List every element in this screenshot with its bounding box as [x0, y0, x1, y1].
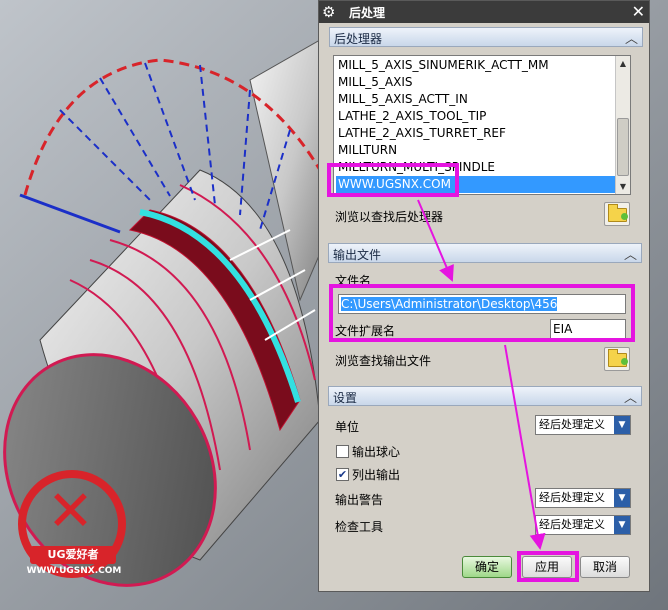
list-item[interactable]: LATHE_2_AXIS_TURRET_REF — [336, 125, 616, 142]
browse-post-button[interactable] — [604, 202, 630, 226]
ok-button[interactable]: 确定 — [462, 556, 512, 578]
browse-output-button[interactable] — [604, 347, 630, 371]
browse-output-label: 浏览查找输出文件 — [335, 354, 432, 368]
list-item[interactable]: MILL_5_AXIS_SINUMERIK_ACTT_MM — [336, 57, 616, 74]
highlight-box-output-file — [329, 284, 635, 342]
browse-post-label: 浏览以查找后处理器 — [335, 210, 444, 224]
units-label: 单位 — [335, 420, 360, 434]
logo-url: WWW.UGSNX.COM — [26, 566, 122, 576]
section-title: 输出文件 — [333, 248, 382, 262]
dialog-titlebar: ⚙ 后处理 ✕ — [319, 1, 649, 23]
units-select[interactable]: 经后处理定义 ▼ — [535, 415, 631, 435]
dialog-title: 后处理 — [349, 6, 386, 20]
output-ball-center-label: 输出球心 — [352, 445, 401, 459]
section-header-output-file[interactable]: 输出文件 ︿ — [328, 243, 642, 263]
chevron-down-icon[interactable]: ▼ — [614, 416, 630, 434]
person-icon: ✕ — [47, 479, 94, 544]
logo-brand: UG爱好者 — [30, 546, 116, 564]
output-warning-label: 输出警告 — [335, 493, 384, 507]
highlight-box-selected-post — [327, 163, 459, 197]
list-item[interactable]: MILLTURN — [336, 142, 616, 159]
list-item[interactable]: MILL_5_AXIS — [336, 74, 616, 91]
chevron-up-icon[interactable]: ︿ — [625, 28, 638, 47]
check-tool-label: 检查工具 — [335, 520, 384, 534]
output-ball-center-checkbox[interactable] — [336, 445, 349, 458]
units-value: 经后处理定义 — [539, 418, 605, 431]
folder-badge — [621, 213, 628, 220]
check-tool-select[interactable]: 经后处理定义 ▼ — [535, 515, 631, 535]
scroll-up-icon[interactable]: ▲ — [616, 56, 630, 71]
section-header-postprocessor[interactable]: 后处理器 ︿ — [329, 27, 643, 47]
chevron-down-icon[interactable]: ▼ — [614, 516, 630, 534]
output-warning-select[interactable]: 经后处理定义 ▼ — [535, 488, 631, 508]
close-icon[interactable]: ✕ — [632, 2, 645, 21]
list-output-checkbox[interactable]: ✔ — [336, 468, 349, 481]
output-warning-value: 经后处理定义 — [539, 491, 605, 504]
chevron-down-icon[interactable]: ▼ — [614, 489, 630, 507]
scroll-thumb[interactable] — [617, 118, 629, 176]
folder-badge — [621, 358, 628, 365]
list-output-label: 列出输出 — [352, 468, 401, 482]
cancel-button[interactable]: 取消 — [580, 556, 630, 578]
scroll-down-icon[interactable]: ▼ — [616, 179, 630, 194]
list-item[interactable]: LATHE_2_AXIS_TOOL_TIP — [336, 108, 616, 125]
list-item[interactable]: MILL_5_AXIS_ACTT_IN — [336, 91, 616, 108]
chevron-up-icon[interactable]: ︿ — [624, 244, 637, 263]
check-tool-value: 经后处理定义 — [539, 518, 605, 531]
section-title: 后处理器 — [334, 32, 383, 46]
listbox-scrollbar[interactable]: ▲ ▼ — [615, 56, 630, 194]
highlight-box-apply — [517, 551, 579, 582]
watermark-logo: ✕ UG爱好者 WWW.UGSNX.COM — [12, 470, 130, 590]
section-header-settings[interactable]: 设置 ︿ — [328, 386, 642, 406]
section-title: 设置 — [333, 391, 358, 405]
gear-icon[interactable]: ⚙ — [322, 3, 335, 21]
chevron-up-icon[interactable]: ︿ — [624, 387, 637, 406]
